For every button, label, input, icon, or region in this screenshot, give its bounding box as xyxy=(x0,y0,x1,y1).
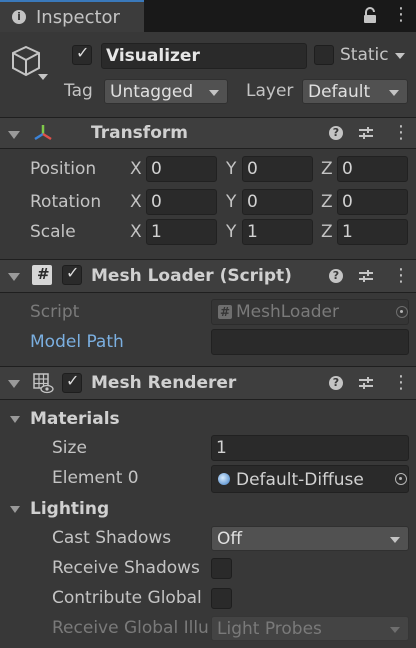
mesh-renderer-title: Mesh Renderer xyxy=(91,373,237,393)
rotation-x-field[interactable]: 0 xyxy=(146,189,217,215)
element0-label: Element 0 xyxy=(52,468,139,488)
component-menu-icon[interactable]: ⋮ xyxy=(392,124,410,142)
layer-dropdown[interactable]: Default xyxy=(302,79,408,104)
scale-label: Scale xyxy=(30,222,76,242)
axis-x-label[interactable]: X xyxy=(130,161,142,178)
divider xyxy=(0,292,416,293)
check-icon: ✓ xyxy=(66,263,80,282)
tag-label: Tag xyxy=(64,81,93,101)
rotation-label: Rotation xyxy=(30,192,102,212)
model-path-label: Model Path xyxy=(30,332,124,352)
receive-shadows-label: Receive Shadows xyxy=(52,558,200,578)
transform-icon xyxy=(32,123,54,143)
presets-icon[interactable] xyxy=(358,375,374,391)
script-label: Script xyxy=(30,302,80,322)
help-icon[interactable]: ? xyxy=(329,376,343,390)
rotation-z-field[interactable]: 0 xyxy=(337,189,408,215)
cast-shadows-dropdown[interactable]: Off xyxy=(211,526,409,551)
axis-y-label[interactable]: Y xyxy=(226,194,236,211)
lighting-label[interactable]: Lighting xyxy=(30,501,109,518)
presets-icon[interactable] xyxy=(358,125,374,141)
chevron-down-icon xyxy=(390,627,400,633)
tag-dropdown[interactable]: Untagged xyxy=(104,79,228,104)
receive-gi-label: Receive Global Illu xyxy=(52,620,208,637)
axis-y-label[interactable]: Y xyxy=(226,161,236,178)
axis-x-label[interactable]: X xyxy=(130,194,142,211)
transform-title: Transform xyxy=(91,123,188,143)
chevron-down-icon xyxy=(209,90,219,96)
model-path-field[interactable] xyxy=(211,329,409,355)
material-sphere-icon xyxy=(218,473,230,485)
tab-menu-icon[interactable]: ⋮ xyxy=(392,6,410,24)
mesh-renderer-icon xyxy=(32,372,54,394)
foldout-arrow-icon[interactable] xyxy=(8,273,20,281)
layer-label: Layer xyxy=(246,81,294,101)
element0-object-field[interactable]: Default-Diffuse xyxy=(211,465,409,493)
position-x-field[interactable]: 0 xyxy=(146,156,217,182)
mesh-renderer-enabled-checkbox[interactable]: ✓ xyxy=(62,373,82,393)
materials-foldout-icon[interactable] xyxy=(10,416,20,423)
static-checkbox[interactable] xyxy=(314,45,334,65)
transform-header[interactable] xyxy=(0,118,416,148)
position-label: Position xyxy=(30,159,97,179)
receive-shadows-checkbox[interactable] xyxy=(211,558,232,579)
axis-z-label[interactable]: Z xyxy=(321,224,333,241)
component-menu-icon[interactable]: ⋮ xyxy=(392,374,410,392)
rotation-y-field[interactable]: 0 xyxy=(242,189,313,215)
active-checkbox[interactable]: ✓ xyxy=(72,45,92,65)
divider xyxy=(0,148,416,149)
lock-icon[interactable] xyxy=(362,7,378,25)
axis-z-label[interactable]: Z xyxy=(321,194,333,211)
mesh-loader-title: Mesh Loader (Script) xyxy=(91,266,292,286)
axis-y-label[interactable]: Y xyxy=(226,224,236,241)
script-icon: # xyxy=(218,305,232,319)
materials-label[interactable]: Materials xyxy=(30,411,120,428)
mesh-loader-enabled-checkbox[interactable]: ✓ xyxy=(62,265,82,285)
divider xyxy=(0,399,416,400)
scale-x-field[interactable]: 1 xyxy=(146,219,217,245)
cast-shadows-label: Cast Shadows xyxy=(52,528,172,548)
foldout-arrow-icon[interactable] xyxy=(8,380,20,388)
materials-size-field[interactable]: 1 xyxy=(211,435,409,461)
script-icon: # xyxy=(32,265,52,285)
contribute-gi-label: Contribute Global xyxy=(52,588,202,608)
contribute-gi-checkbox[interactable] xyxy=(211,588,232,609)
static-label[interactable]: Static xyxy=(340,47,389,64)
scale-z-field[interactable]: 1 xyxy=(337,219,408,245)
component-menu-icon[interactable]: ⋮ xyxy=(392,267,410,285)
presets-icon[interactable] xyxy=(358,268,374,284)
static-dropdown-caret-icon[interactable] xyxy=(395,53,405,59)
position-z-field[interactable]: 0 xyxy=(337,156,408,182)
gameobject-cube-icon xyxy=(10,44,42,78)
icon-dropdown-caret-icon[interactable] xyxy=(38,74,48,80)
info-icon: i xyxy=(12,10,26,24)
receive-gi-dropdown: Light Probes xyxy=(211,616,409,641)
check-icon: ✓ xyxy=(76,43,90,62)
position-y-field[interactable]: 0 xyxy=(242,156,313,182)
script-object-field: # MeshLoader xyxy=(211,299,409,325)
size-label: Size xyxy=(52,438,87,458)
help-icon[interactable]: ? xyxy=(329,126,343,140)
chevron-down-icon xyxy=(389,90,399,96)
lighting-foldout-icon[interactable] xyxy=(10,506,20,513)
chevron-down-icon xyxy=(390,537,400,543)
object-picker-icon xyxy=(396,306,408,318)
gameobject-name-field[interactable]: Visualizer xyxy=(101,43,307,69)
check-icon: ✓ xyxy=(66,371,80,390)
scale-y-field[interactable]: 1 xyxy=(242,219,313,245)
axis-z-label[interactable]: Z xyxy=(321,161,333,178)
tab-title: Inspector xyxy=(36,7,120,28)
tab-inspector[interactable]: i Inspector xyxy=(0,0,144,32)
axis-x-label[interactable]: X xyxy=(130,224,142,241)
foldout-arrow-icon[interactable] xyxy=(8,131,20,139)
object-picker-icon[interactable] xyxy=(395,473,407,485)
help-icon[interactable]: ? xyxy=(329,269,343,283)
